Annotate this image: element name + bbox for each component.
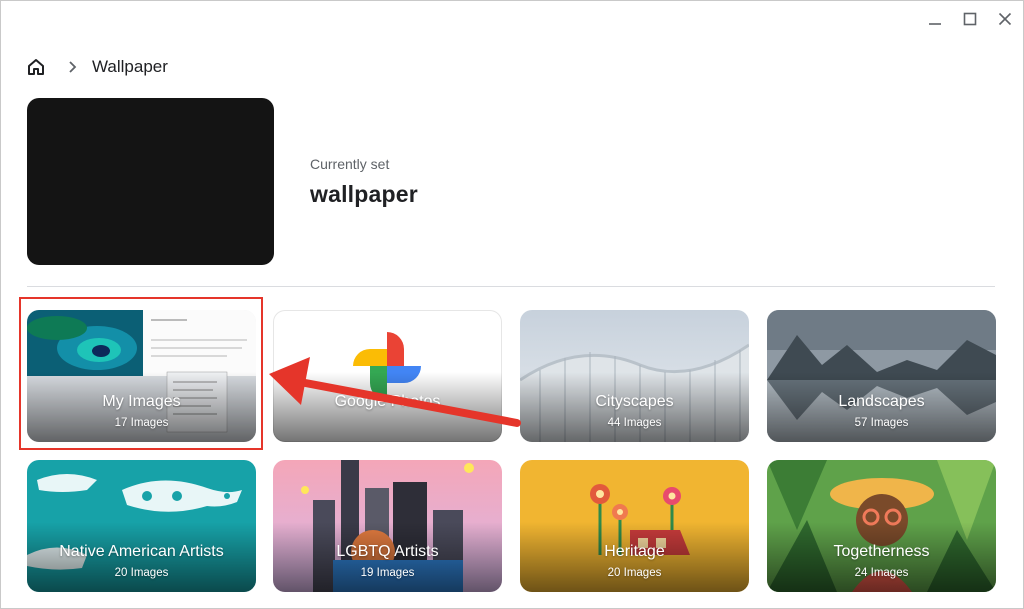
close-icon[interactable] (996, 10, 1014, 28)
collection-google-photos[interactable]: Google Photos (273, 310, 502, 442)
collection-landscapes[interactable]: Landscapes 57 Images (767, 310, 996, 442)
collection-name: Heritage (604, 543, 665, 560)
chevron-right-icon (68, 60, 78, 74)
collection-count: 19 Images (360, 567, 415, 579)
collection-name: Cityscapes (595, 393, 674, 410)
collection-count: 20 Images (114, 567, 169, 579)
collection-name: Google Photos (334, 393, 441, 410)
collection-name: Togetherness (833, 543, 930, 560)
collection-count: 57 Images (854, 417, 909, 429)
maximize-icon[interactable] (961, 10, 979, 28)
breadcrumb: Wallpaper (26, 56, 168, 78)
collection-count: 44 Images (607, 417, 662, 429)
collection-native-american-artists[interactable]: Native American Artists 20 Images (27, 460, 256, 592)
collection-lgbtq-artists[interactable]: LGBTQ Artists 19 Images (273, 460, 502, 592)
currently-set-label: Currently set (310, 156, 390, 172)
current-wallpaper-name: wallpaper (310, 181, 418, 207)
collection-count: 24 Images (854, 567, 909, 579)
collection-name: Landscapes (838, 393, 925, 410)
minimize-icon[interactable] (926, 10, 944, 28)
collection-cityscapes[interactable]: Cityscapes 44 Images (520, 310, 749, 442)
highlight-box (19, 297, 263, 450)
collection-heritage[interactable]: Heritage 20 Images (520, 460, 749, 592)
current-wallpaper-preview (27, 98, 274, 265)
home-icon[interactable] (26, 57, 46, 77)
collection-count: 20 Images (607, 567, 662, 579)
collection-name: LGBTQ Artists (336, 543, 439, 560)
divider (27, 286, 995, 287)
page-title: Wallpaper (92, 57, 168, 76)
collection-togetherness[interactable]: Togetherness 24 Images (767, 460, 996, 592)
collection-name: Native American Artists (59, 543, 224, 560)
